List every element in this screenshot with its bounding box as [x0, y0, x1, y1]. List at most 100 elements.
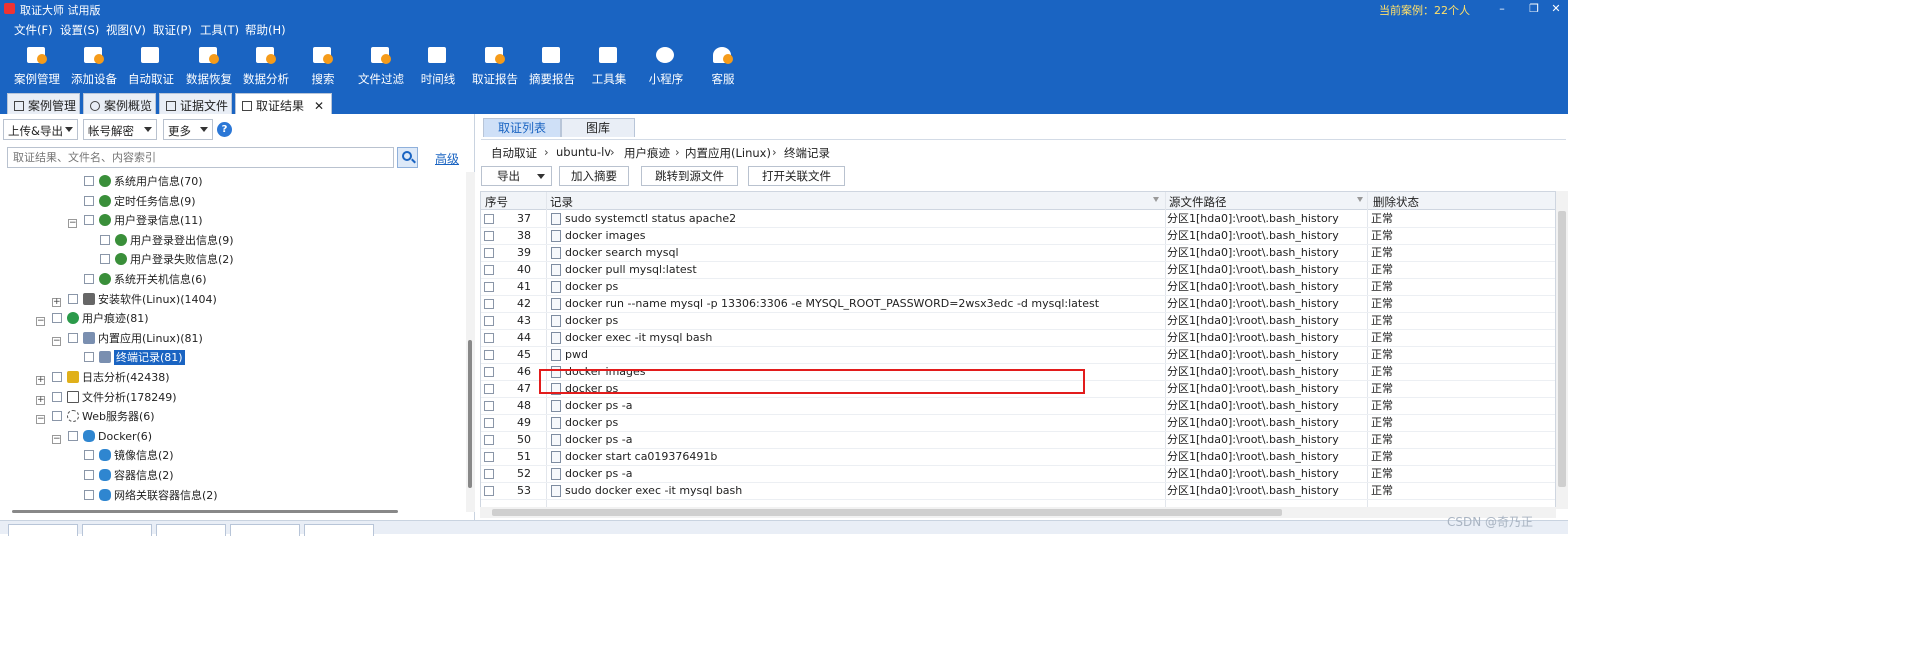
tab-forensics-results[interactable]: 取证结果 ✕: [235, 93, 332, 114]
checkbox[interactable]: [84, 176, 94, 186]
collapse-icon[interactable]: −: [52, 435, 61, 444]
column-header-delete-status[interactable]: 删除状态: [1373, 194, 1419, 210]
collapse-icon[interactable]: −: [36, 415, 45, 424]
table-row[interactable]: 38 docker images 分区1[hda0]:\root\.bash_his…: [481, 228, 1555, 245]
menu-view[interactable]: 视图(V): [106, 22, 146, 38]
account-decrypt-dropdown[interactable]: 帐号解密: [83, 119, 157, 140]
filter-icon[interactable]: [1357, 197, 1363, 202]
checkbox[interactable]: [84, 215, 94, 225]
tree-node[interactable]: + 文件分析(178249): [36, 388, 177, 407]
export-dropdown[interactable]: 导出: [481, 166, 552, 186]
checkbox[interactable]: [100, 235, 110, 245]
report-button[interactable]: 取证报告: [465, 44, 525, 88]
checkbox[interactable]: [52, 411, 62, 421]
tab-gallery[interactable]: 图库: [561, 118, 635, 137]
table-vertical-scrollbar[interactable]: [1556, 191, 1568, 509]
add-device-button[interactable]: 添加设备: [64, 44, 124, 88]
tree-node[interactable]: − Docker(6): [52, 427, 152, 446]
close-tab-icon[interactable]: ✕: [314, 99, 324, 113]
row-checkbox[interactable]: [484, 265, 494, 275]
customer-service-button[interactable]: 客服: [693, 44, 753, 88]
table-row[interactable]: 53 sudo docker exec -it mysql bash 分区1[hda…: [481, 483, 1555, 500]
checkbox[interactable]: [100, 254, 110, 264]
bottom-tab[interactable]: [8, 524, 78, 536]
table-row[interactable]: 49 docker ps 分区1[hda0]:\root\.bash_history…: [481, 415, 1555, 432]
table-row[interactable]: 39 docker search mysql 分区1[hda0]:\root\.ba…: [481, 245, 1555, 262]
file-filter-button[interactable]: 文件过滤: [351, 44, 411, 88]
row-checkbox[interactable]: [484, 401, 494, 411]
table-row[interactable]: 44 docker exec -it mysql bash 分区1[hda0]:\r…: [481, 330, 1555, 347]
tree-node[interactable]: 系统用户信息(70): [84, 172, 203, 191]
row-checkbox[interactable]: [484, 367, 494, 377]
minimize-icon[interactable]: –: [1490, 1, 1514, 17]
filter-icon[interactable]: [1153, 197, 1159, 202]
tree-node[interactable]: 用户登录登出信息(9): [100, 231, 234, 250]
checkbox[interactable]: [84, 274, 94, 284]
checkbox[interactable]: [84, 196, 94, 206]
expand-icon[interactable]: +: [36, 396, 45, 405]
row-checkbox[interactable]: [484, 299, 494, 309]
breadcrumb-item[interactable]: 终端记录: [784, 145, 830, 161]
summary-report-button[interactable]: 摘要报告: [522, 44, 582, 88]
checkbox[interactable]: [84, 450, 94, 460]
row-checkbox[interactable]: [484, 333, 494, 343]
row-checkbox[interactable]: [484, 316, 494, 326]
tree-node[interactable]: − 内置应用(Linux)(81): [52, 329, 203, 348]
breadcrumb-item[interactable]: 自动取证: [491, 145, 537, 161]
table-row[interactable]: 45 pwd 分区1[hda0]:\root\.bash_history 正常: [481, 347, 1555, 364]
more-dropdown[interactable]: 更多: [163, 119, 213, 140]
bottom-tab[interactable]: [230, 524, 300, 536]
checkbox[interactable]: [68, 431, 78, 441]
menu-help[interactable]: 帮助(H): [245, 22, 286, 38]
auto-forensics-button[interactable]: 自动取证: [121, 44, 181, 88]
table-row[interactable]: 37 sudo systemctl status apache2 分区1[hda0]…: [481, 211, 1555, 228]
search-input[interactable]: [7, 147, 394, 168]
table-row[interactable]: 50 docker ps -a 分区1[hda0]:\root\.bash_hist…: [481, 432, 1555, 449]
tree-node[interactable]: − 用户痕迹(81): [36, 309, 149, 328]
tree-node[interactable]: 网络关联容器信息(2): [84, 486, 218, 505]
miniprogram-button[interactable]: 小程序: [636, 44, 696, 88]
breadcrumb-item[interactable]: 内置应用(Linux): [685, 145, 771, 161]
restore-icon[interactable]: ❐: [1522, 1, 1546, 17]
help-icon[interactable]: ?: [217, 122, 232, 137]
collapse-icon[interactable]: −: [68, 219, 77, 228]
row-checkbox[interactable]: [484, 469, 494, 479]
tree-node[interactable]: 镜像信息(2): [84, 446, 174, 465]
tree-node-selected[interactable]: 终端记录(81): [84, 348, 185, 367]
checkbox[interactable]: [68, 294, 78, 304]
breadcrumb-item[interactable]: 用户痕迹: [624, 145, 670, 161]
checkbox[interactable]: [52, 392, 62, 402]
table-horizontal-scrollbar[interactable]: [480, 507, 1556, 518]
menu-tools[interactable]: 工具(T): [200, 22, 239, 38]
checkbox[interactable]: [52, 313, 62, 323]
tree-node[interactable]: − 用户登录信息(11): [68, 211, 203, 230]
breadcrumb-item[interactable]: ubuntu-lv: [556, 145, 611, 159]
search-button[interactable]: [397, 147, 418, 168]
column-header-index[interactable]: 序号: [485, 194, 508, 210]
tree-node[interactable]: 用户登录失败信息(2): [100, 250, 234, 269]
menu-settings[interactable]: 设置(S): [60, 22, 99, 38]
tree-node[interactable]: 系统开关机信息(6): [84, 270, 207, 289]
tree-node[interactable]: 定时任务信息(9): [84, 192, 196, 211]
tree-vertical-scrollbar[interactable]: [466, 172, 475, 512]
open-related-file-button[interactable]: 打开关联文件: [748, 166, 845, 186]
expand-icon[interactable]: +: [36, 376, 45, 385]
advanced-search-link[interactable]: 高级: [435, 150, 459, 167]
current-case-label[interactable]: 当前案例：22个人: [1379, 2, 1470, 18]
tab-evidence-files[interactable]: 证据文件: [159, 93, 232, 114]
jump-to-source-button[interactable]: 跳转到源文件: [641, 166, 738, 186]
bottom-tab[interactable]: [156, 524, 226, 536]
row-checkbox[interactable]: [484, 452, 494, 462]
row-checkbox[interactable]: [484, 418, 494, 428]
table-row[interactable]: 52 docker ps -a 分区1[hda0]:\root\.bash_hist…: [481, 466, 1555, 483]
tree-horizontal-scrollbar[interactable]: [12, 510, 398, 513]
data-recovery-button[interactable]: 数据恢复: [179, 44, 239, 88]
tree-node[interactable]: − Web服务器(6): [36, 407, 155, 426]
checkbox[interactable]: [84, 352, 94, 362]
row-checkbox[interactable]: [484, 231, 494, 241]
column-header-record[interactable]: 记录: [550, 194, 573, 210]
bottom-tab[interactable]: [82, 524, 152, 536]
add-summary-button[interactable]: 加入摘要: [559, 166, 629, 186]
menu-forensics[interactable]: 取证(P): [153, 22, 192, 38]
table-row[interactable]: 51 docker start ca019376491b 分区1[hda0]:\ro…: [481, 449, 1555, 466]
